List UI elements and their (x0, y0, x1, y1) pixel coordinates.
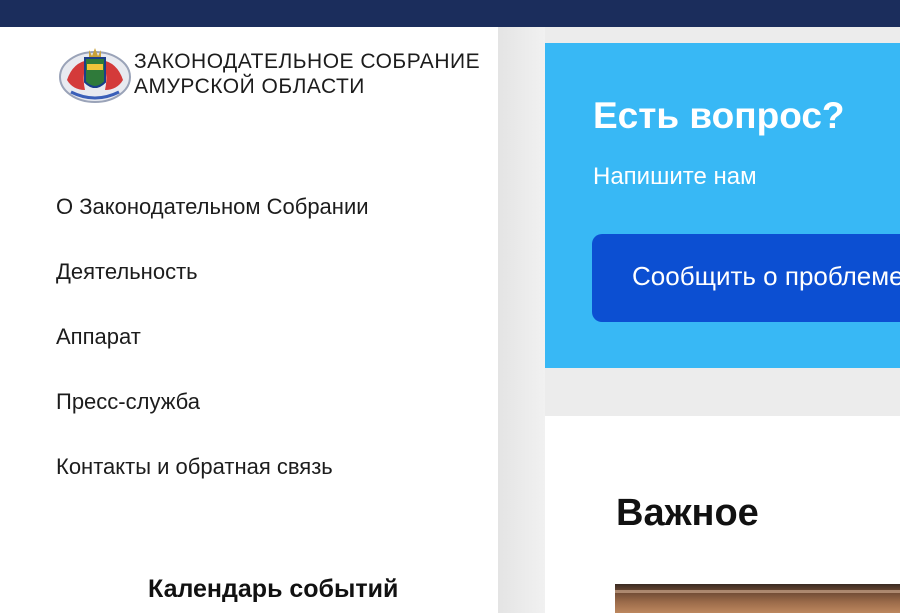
main-navigation: О Законодательном Собрании Деятельность … (56, 193, 369, 518)
nav-item-activity[interactable]: Деятельность (56, 258, 369, 323)
report-problem-button-label: Сообщить о проблеме (632, 261, 900, 291)
sidebar: Законодательное Собрание Амурской област… (0, 27, 498, 613)
organization-name-line1: Законодательное Собрание (134, 50, 481, 73)
top-bar (0, 0, 900, 27)
important-news-section: Важное (545, 416, 900, 613)
news-photo-detail (615, 590, 900, 593)
coat-of-arms-logo-icon[interactable] (55, 42, 133, 106)
nav-item-about[interactable]: О Законодательном Собрании (56, 193, 369, 258)
content-gutter (498, 27, 545, 613)
calendar-title: Календарь событий (148, 575, 399, 603)
question-panel: Есть вопрос? Напишите нам Сообщить о про… (545, 43, 900, 368)
organization-name-line2: Амурской области (134, 75, 365, 98)
news-photo[interactable] (615, 584, 900, 613)
report-problem-button[interactable]: Сообщить о проблеме (592, 234, 900, 322)
important-section-title: Важное (616, 492, 759, 534)
nav-item-contacts[interactable]: Контакты и обратная связь (56, 453, 369, 518)
nav-item-apparatus[interactable]: Аппарат (56, 323, 369, 388)
question-subtitle: Напишите нам (593, 163, 757, 190)
question-title: Есть вопрос? (593, 95, 845, 136)
nav-item-press-service[interactable]: Пресс-служба (56, 388, 369, 453)
organization-name[interactable]: Законодательное Собрание Амурской област… (134, 49, 480, 99)
